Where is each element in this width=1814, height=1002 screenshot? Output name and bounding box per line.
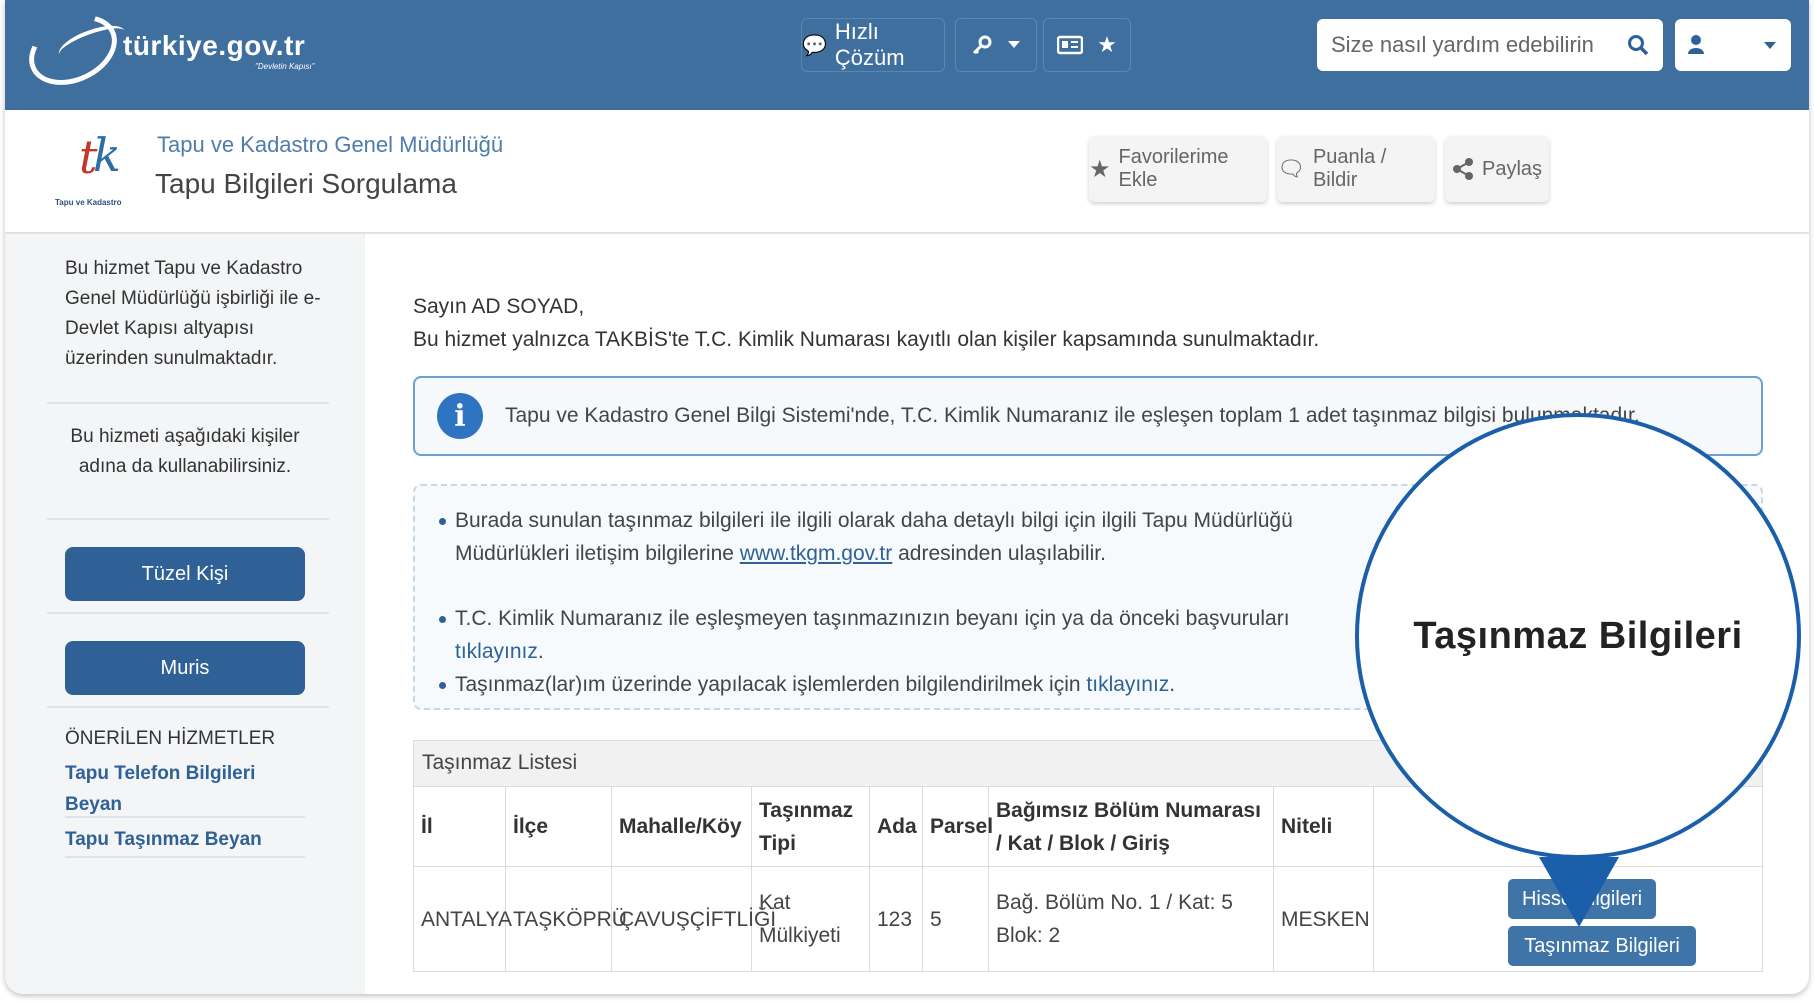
search-icon[interactable] [1627, 34, 1649, 56]
table-cell: ANTALYA [414, 867, 512, 971]
add-favorites-label: Favorilerime Ekle [1118, 146, 1229, 191]
add-favorites-button[interactable]: ★ Favorilerime Ekle [1089, 136, 1267, 202]
share-label: Paylaş [1481, 157, 1543, 180]
tkgm-logo-caption: Tapu ve Kadastro [55, 198, 122, 207]
column-header: Mahalle/Köy [612, 787, 752, 867]
column-header: Niteli [1274, 787, 1374, 867]
chevron-down-icon [1764, 42, 1776, 49]
note-item-1: Burada sunulan taşınmaz bilgileri ile il… [439, 504, 1455, 570]
share-button[interactable]: Paylaş [1445, 136, 1549, 202]
service-organization[interactable]: Tapu ve Kadastro Genel Müdürlüğü [157, 132, 503, 158]
recommended-link-phone[interactable]: Tapu Telefon Bilgileri Beyan [65, 758, 305, 820]
sidebar-divider [47, 612, 329, 614]
sidebar-divider [47, 518, 329, 520]
rate-report-label: Puanla / Bildir [1312, 146, 1387, 191]
page-title: Tapu Bilgileri Sorgulama [155, 168, 457, 199]
sidebar-divider [65, 816, 305, 818]
user-icon [1688, 35, 1704, 54]
search-box[interactable]: Size nasıl yardım edebilirin [1317, 19, 1663, 71]
rate-report-button[interactable]: 🗨 Puanla / Bildir [1277, 136, 1435, 202]
note-1-text-2: Müdürlükleri iletişim bilgilerine [455, 542, 734, 565]
table-cell: Bağ. Bölüm No. 1 / Kat: 5 Blok: 2 [989, 867, 1274, 971]
tkgm-logo-letter-k: k [93, 128, 121, 182]
note-item-2: T.C. Kimlik Numaranız ile eşleşmeyen taş… [439, 602, 1455, 668]
table-cell: Kat Mülkiyeti [752, 867, 870, 971]
quick-solution-label: Hızlı Çözüm [834, 19, 905, 70]
logo-subtitle: "Devletin Kapısı" [255, 62, 315, 71]
recommended-link-property[interactable]: Tapu Taşınmaz Beyan [65, 824, 305, 855]
column-header: Taşınmaz Tipi [752, 787, 870, 867]
on-behalf-text: Bu hizmeti aşağıdaki kişiler adına da ku… [70, 426, 300, 477]
table-cell: TAŞKÖPRÜ [506, 867, 627, 971]
note-item-3: Taşınmaz(lar)ım üzerinde yapılacak işlem… [439, 668, 1455, 701]
tkgm-logo: t k Tapu ve Kadastro [53, 124, 143, 214]
sidebar: Bu hizmet Tapu ve Kadastro Genel Müdürlü… [5, 234, 363, 994]
scope-text: Bu hizmet yalnızca TAKBİS'te T.C. Kimlik… [413, 328, 1320, 351]
legal-entity-button[interactable]: Tüzel Kişi [65, 547, 305, 601]
recommended-services-title: ÖNERİLEN HİZMETLER [65, 728, 276, 749]
sidebar-divider [47, 402, 329, 404]
comment-icon: 🗨 [1277, 156, 1305, 181]
table-cell: MESKEN [1274, 867, 1374, 971]
info-icon: i [437, 393, 483, 439]
callout-pointer-icon [1539, 857, 1619, 927]
chat-icon: 💬 [802, 34, 827, 57]
tkgm-website-link[interactable]: www.tkgm.gov.tr [740, 542, 892, 565]
zoom-callout-label: Taşınmaz Bilgileri [1413, 614, 1743, 657]
star-icon: ★ [1089, 155, 1111, 183]
site-logo[interactable]: türkiye.gov.tr "Devletin Kapısı" [17, 1, 347, 99]
column-header: Parsel [923, 787, 993, 867]
sidebar-divider [47, 706, 329, 708]
chevron-down-icon [1008, 41, 1020, 48]
notification-link[interactable]: tıklayınız [1086, 673, 1169, 696]
table-cell: 5 [923, 867, 989, 971]
sidebar-divider [65, 856, 305, 858]
greeting-block: Sayın AD SOYAD, Bu hizmet yalnızca TAKBİ… [413, 290, 1319, 356]
search-input[interactable]: Size nasıl yardım edebilirin [1331, 32, 1627, 58]
key-icon [972, 35, 992, 55]
share-icon [1452, 158, 1473, 180]
top-navigation-bar: türkiye.gov.tr "Devletin Kapısı" 💬 Hızlı… [5, 0, 1809, 110]
id-card-icon[interactable] [1057, 35, 1084, 55]
note-1-text-3: adresinden ulaşılabilir. [898, 542, 1106, 565]
quick-solution-button[interactable]: 💬 Hızlı Çözüm [801, 18, 945, 72]
id-favorites-group[interactable]: ★ [1043, 18, 1131, 72]
column-header: İl [414, 787, 506, 867]
property-info-button[interactable]: Taşınmaz Bilgileri [1508, 926, 1696, 966]
note-2-text: T.C. Kimlik Numaranız ile eşleşmeyen taş… [455, 607, 1290, 630]
column-header: İlçe [506, 787, 612, 867]
table-cell: 123 [870, 867, 923, 971]
table-cell: ÇAVUŞÇİFTLİĞİ [612, 867, 776, 971]
service-header: t k Tapu ve Kadastro Tapu ve Kadastro Ge… [5, 110, 1809, 232]
deceased-button[interactable]: Muris [65, 641, 305, 695]
star-icon[interactable]: ★ [1097, 32, 1117, 58]
service-about-text: Bu hizmet Tapu ve Kadastro Genel Müdürlü… [65, 258, 321, 369]
note-1-text: Burada sunulan taşınmaz bilgileri ile il… [455, 509, 1293, 532]
column-header: Bağımsız Bölüm Numarası / Kat / Blok / G… [989, 787, 1274, 867]
info-alert-text: Tapu ve Kadastro Genel Bilgi Sistemi'nde… [505, 404, 1640, 427]
note-3-text: Taşınmaz(lar)ım üzerinde yapılacak işlem… [455, 673, 1081, 696]
zoom-callout: Taşınmaz Bilgileri [1355, 413, 1801, 859]
logo-text: türkiye.gov.tr [123, 30, 306, 61]
browser-page: türkiye.gov.tr "Devletin Kapısı" 💬 Hızlı… [5, 0, 1809, 994]
greeting-text: Sayın AD SOYAD, [413, 295, 585, 318]
declaration-link[interactable]: tıklayınız [455, 640, 538, 663]
user-menu-button[interactable] [1675, 19, 1791, 71]
key-menu-button[interactable] [955, 18, 1037, 72]
column-header: Ada [870, 787, 923, 867]
